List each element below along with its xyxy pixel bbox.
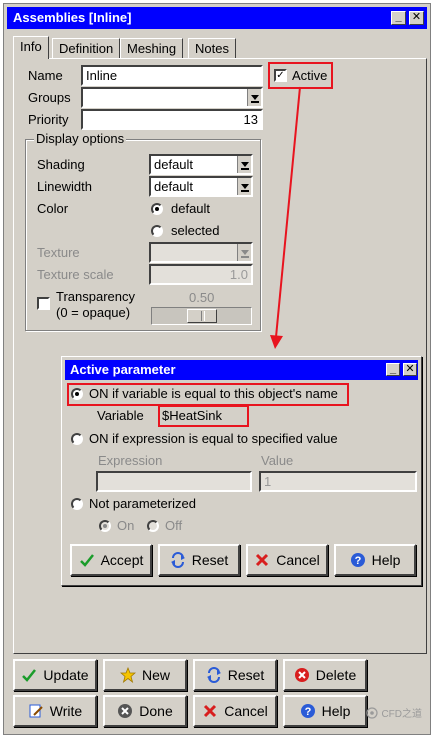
variable-label: Variable <box>97 408 144 423</box>
write-icon <box>29 704 43 718</box>
minimize-icon[interactable]: _ <box>386 363 400 376</box>
delete-button[interactable]: Delete <box>283 659 367 691</box>
help-icon: ? <box>300 704 315 718</box>
off-label: Off <box>165 518 183 533</box>
dialog-cancel-label: Cancel <box>276 552 320 568</box>
value-label: Value <box>261 453 294 468</box>
dialog-help-button[interactable]: ? Help <box>334 544 416 576</box>
star-icon <box>119 667 136 683</box>
watermark-logo-icon <box>366 706 379 719</box>
checkmark-icon <box>79 554 94 567</box>
reset-button[interactable]: Reset <box>193 659 277 691</box>
cancel-button[interactable]: Cancel <box>193 695 277 727</box>
update-label: Update <box>43 667 89 683</box>
value-field[interactable]: 1 <box>259 471 417 492</box>
dialog-help-label: Help <box>371 552 401 568</box>
watermark-text: CFD之道 <box>381 709 422 720</box>
expression-option-radio[interactable] <box>71 433 83 445</box>
not-parameterized-radio[interactable] <box>71 498 83 510</box>
not-parameterized-label: Not parameterized <box>89 496 196 511</box>
delete-icon <box>294 668 309 682</box>
cancel-x-icon <box>256 553 269 567</box>
active-parameter-dialog: Active parameter _ ✕ ON if variable is e… <box>61 356 422 586</box>
dialog-reset-label: Reset <box>191 552 229 568</box>
help-button[interactable]: ? Help <box>283 695 367 727</box>
dialog-reset-button[interactable]: Reset <box>158 544 240 576</box>
write-button[interactable]: Write <box>13 695 97 727</box>
done-button[interactable]: Done <box>103 695 187 727</box>
reset-label: Reset <box>227 667 265 683</box>
svg-text:?: ? <box>354 555 361 567</box>
expression-option-label: ON if expression is equal to specified v… <box>89 431 338 446</box>
accept-button[interactable]: Accept <box>70 544 152 576</box>
accept-label: Accept <box>100 552 144 568</box>
on-label: On <box>117 518 135 533</box>
write-label: Write <box>49 703 83 719</box>
assemblies-window: Assemblies [Inline] _ ✕ Info Definition … <box>3 3 431 735</box>
dialog-title: Active parameter <box>70 362 176 377</box>
done-icon <box>118 704 133 718</box>
refresh-icon <box>206 667 221 683</box>
cancel-label: Cancel <box>224 703 268 719</box>
expression-field[interactable] <box>96 471 252 492</box>
done-label: Done <box>139 703 173 719</box>
on-radio[interactable] <box>99 520 111 532</box>
name-option-radio[interactable] <box>71 388 83 400</box>
refresh-icon <box>170 552 185 568</box>
cancel-x-icon <box>204 704 217 718</box>
variable-field[interactable]: $HeatSink <box>162 408 222 423</box>
watermark: CFD之道 <box>366 705 422 720</box>
close-icon[interactable]: ✕ <box>403 363 417 376</box>
expression-label: Expression <box>98 453 163 468</box>
new-label: New <box>141 667 170 683</box>
checkmark-icon <box>22 669 37 682</box>
update-button[interactable]: Update <box>13 659 97 691</box>
dialog-titlebar: Active parameter _ ✕ <box>65 360 418 380</box>
name-option-label: ON if variable is equal to this object's… <box>89 386 338 401</box>
new-button[interactable]: New <box>103 659 187 691</box>
help-icon: ? <box>350 553 365 567</box>
tab-info[interactable]: Info <box>13 36 49 59</box>
help-label: Help <box>321 703 351 719</box>
off-radio[interactable] <box>147 520 159 532</box>
delete-label: Delete <box>315 667 357 683</box>
dialog-cancel-button[interactable]: Cancel <box>246 544 328 576</box>
svg-text:?: ? <box>304 706 311 718</box>
